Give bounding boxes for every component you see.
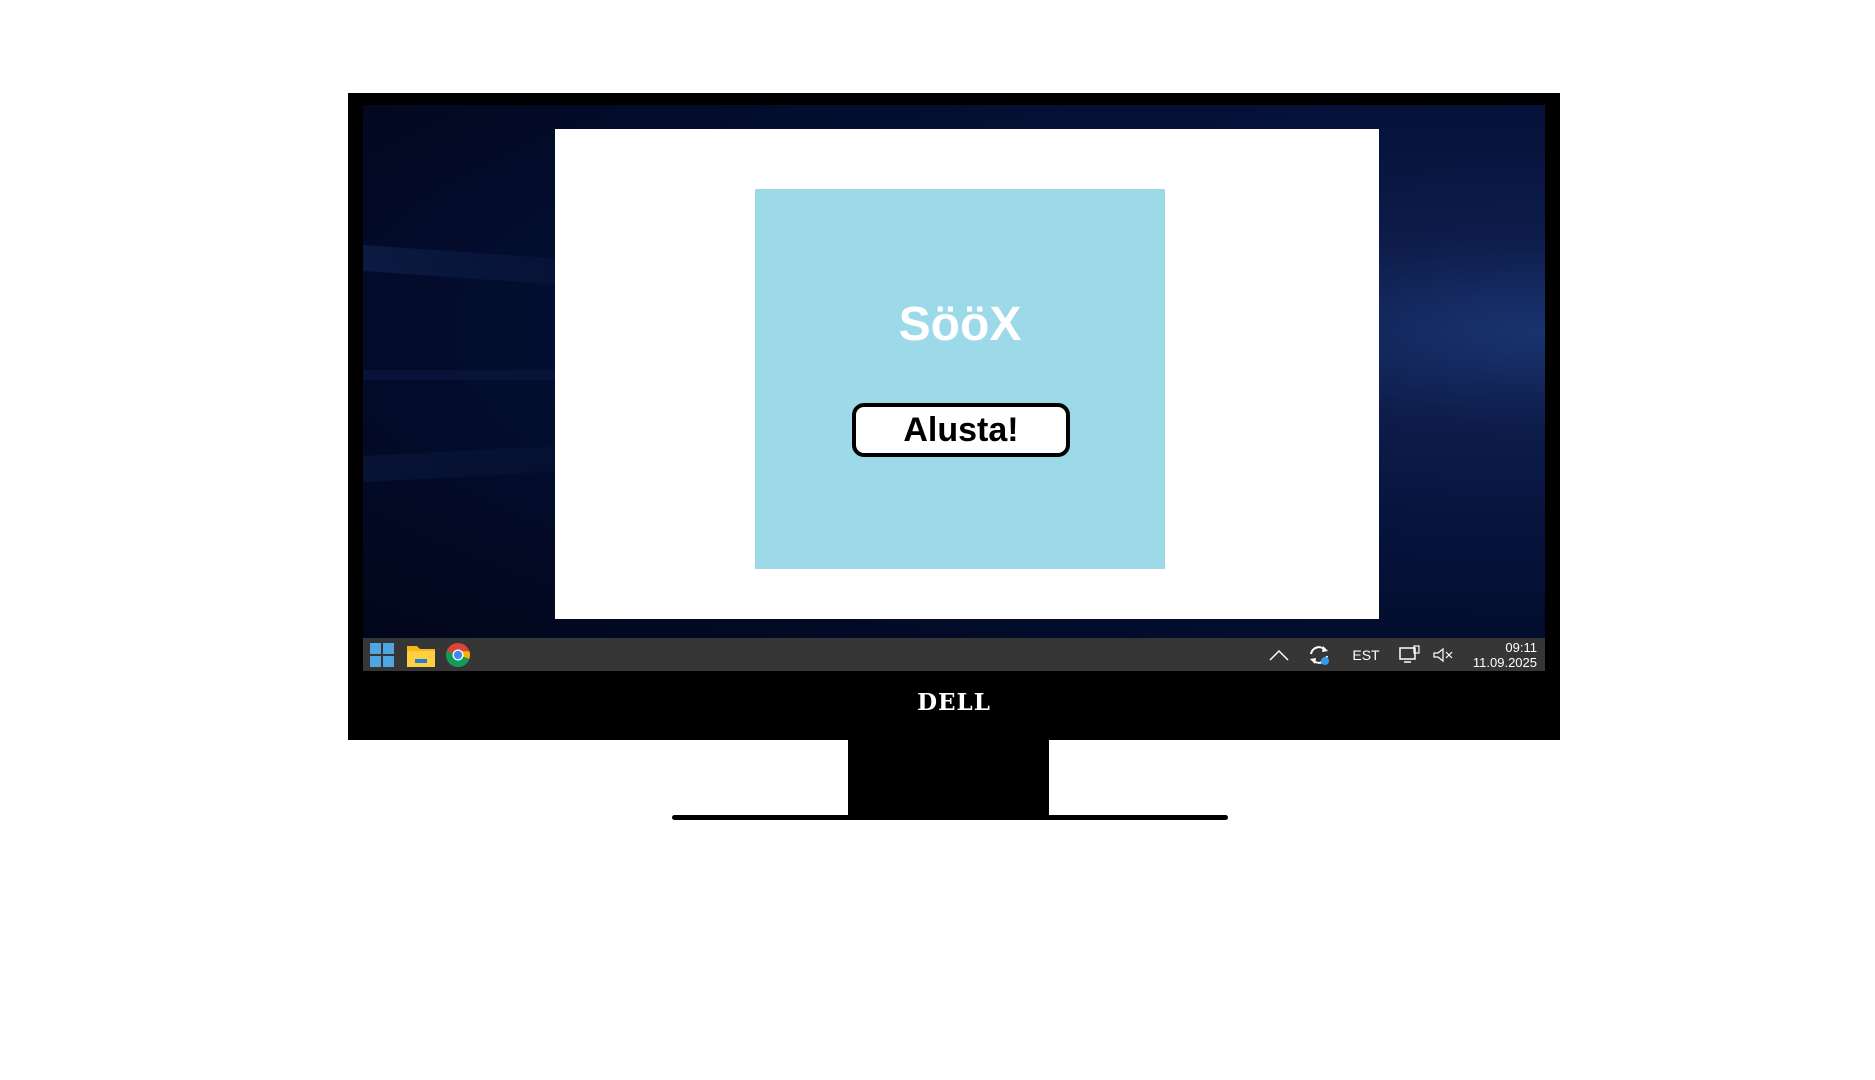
network-icon[interactable] (1396, 638, 1422, 671)
taskbar-clock[interactable]: 09:11 11.09.2025 (1473, 640, 1537, 670)
clock-date: 11.09.2025 (1472, 655, 1537, 670)
chevron-up-icon[interactable] (1267, 638, 1291, 671)
clock-time: 09:11 (1505, 640, 1537, 655)
monitor-brand-logo: DELL (917, 689, 991, 716)
monitor: SööX Alusta! EST 09:11 11.09.2025 DELL (348, 93, 1560, 740)
start-button-label: Alusta! (903, 410, 1019, 449)
taskbar: EST 09:11 11.09.2025 (363, 638, 1545, 671)
app-title: SööX (898, 298, 1022, 351)
chrome-icon[interactable] (443, 641, 473, 669)
windows-start-icon[interactable] (367, 641, 397, 669)
desktop-screen: SööX Alusta! EST 09:11 11.09.2025 (363, 105, 1545, 671)
file-explorer-icon[interactable] (406, 641, 436, 669)
start-button[interactable]: Alusta! (852, 403, 1070, 457)
monitor-stand-neck (848, 740, 1049, 818)
monitor-stand-base (672, 815, 1228, 820)
sync-icon[interactable] (1306, 638, 1332, 671)
app-start-panel: SööX Alusta! (755, 189, 1165, 569)
volume-muted-icon[interactable] (1431, 638, 1455, 671)
app-window: SööX Alusta! (555, 129, 1379, 619)
language-indicator[interactable]: EST (1346, 638, 1386, 671)
